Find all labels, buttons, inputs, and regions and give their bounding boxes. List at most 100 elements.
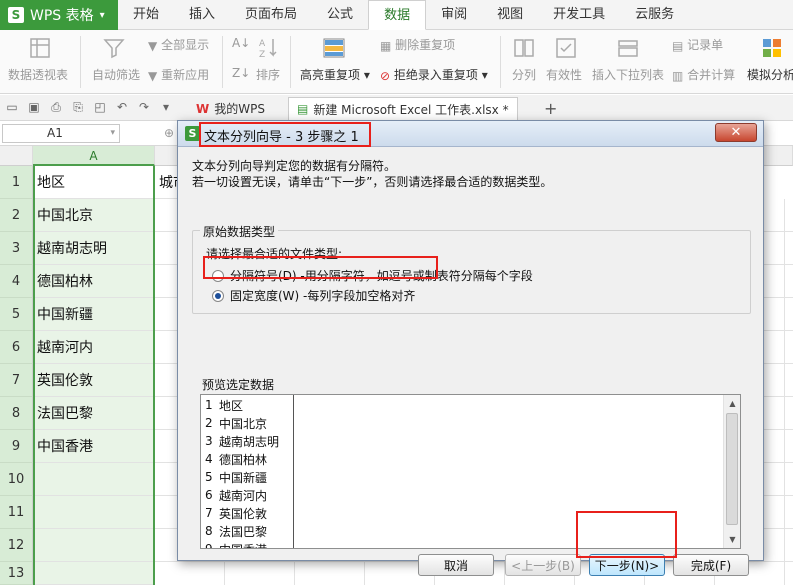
filter-small-icon: ▼ xyxy=(148,68,158,83)
row-header[interactable]: 1 xyxy=(0,166,33,199)
preview-row: 9中国香港 xyxy=(205,542,267,549)
sort-desc-icon[interactable]: Z↓ xyxy=(232,66,250,80)
finish-button[interactable]: 完成(F) xyxy=(673,554,749,576)
pdf-icon[interactable]: ⎙ xyxy=(48,99,64,115)
preview-row: 3 越南胡志明 xyxy=(205,434,280,449)
chevron-down-icon[interactable]: ▾ xyxy=(158,99,174,115)
data-preview[interactable]: 1 地区 2 中国北京 3 越南胡志明 4 德国柏林 5 中国新疆 6 越南河内 7 英国伦敦… xyxy=(200,394,741,549)
redo-icon[interactable]: ↷ xyxy=(136,99,152,115)
highlight-duplicates-icon xyxy=(323,38,345,58)
cell-a10[interactable] xyxy=(33,463,155,496)
dialog-description: 文本分列向导判定您的数据有分隔符。 xyxy=(192,159,397,173)
cancel-button[interactable]: 取消 xyxy=(418,554,494,576)
split-columns-button[interactable]: 分列 xyxy=(512,66,536,83)
insert-dropdown-button[interactable]: 插入下拉列表 xyxy=(592,66,664,83)
text-to-columns-dialog: S 文本分列向导 - 3 步骤之 1 ✕ 文本分列向导判定您的数据有分隔符。 若… xyxy=(177,120,764,576)
chevron-down-icon: ▾ xyxy=(363,68,370,82)
preview-icon[interactable]: ◰ xyxy=(92,99,108,115)
simulate-analysis-button[interactable]: 模拟分析 xyxy=(747,66,793,83)
svg-text:Z: Z xyxy=(259,50,265,60)
cell-a8[interactable]: 法国巴黎 xyxy=(33,397,155,430)
cell-a6[interactable]: 越南河内 xyxy=(33,331,155,364)
type-prompt-label: 请选择最合适的文件类型: xyxy=(206,247,343,261)
simulate-analysis-icon xyxy=(763,39,781,57)
group-title: 原始数据类型 xyxy=(200,223,279,240)
cell-a3[interactable]: 越南胡志明 xyxy=(33,232,155,265)
sort-icon: AZ xyxy=(259,39,277,60)
back-button[interactable]: <上一步(B) xyxy=(505,554,581,576)
column-break-line[interactable] xyxy=(293,395,294,548)
preview-scrollbar[interactable]: ▲ ▼ xyxy=(723,395,740,548)
tab-review[interactable]: 审阅 xyxy=(426,0,482,30)
cell-a5[interactable]: 中国新疆 xyxy=(33,298,155,331)
tab-developer[interactable]: 开发工具 xyxy=(538,0,620,30)
cell-a9[interactable]: 中国香港 xyxy=(33,430,155,463)
row-header[interactable]: 9 xyxy=(0,430,33,463)
show-all-button[interactable]: ▼ 全部显示 xyxy=(148,36,209,53)
sort-asc-icon[interactable]: A↓ xyxy=(232,36,250,50)
tab-cloud[interactable]: 云服务 xyxy=(620,0,689,30)
cell-a12[interactable] xyxy=(33,529,155,562)
tab-my-wps[interactable]: W 我的WPS xyxy=(188,97,273,120)
radio-delimited[interactable] xyxy=(212,269,224,282)
undo-icon[interactable]: ↶ xyxy=(114,99,130,115)
select-all-corner[interactable] xyxy=(0,146,33,166)
validity-button[interactable]: 有效性 xyxy=(546,66,582,83)
remove-duplicates-button[interactable]: ▦ 删除重复项 xyxy=(380,36,455,53)
autofilter-button[interactable]: 自动筛选 xyxy=(92,66,140,83)
tab-formulas[interactable]: 公式 xyxy=(312,0,368,30)
zoom-icon[interactable]: ⊕ xyxy=(164,126,174,140)
name-box[interactable]: A1 ▾ xyxy=(2,124,120,143)
consolidate-button[interactable]: ▥ 合并计算 xyxy=(672,66,735,83)
reapply-button[interactable]: ▼ 重新应用 xyxy=(148,66,209,83)
row-header[interactable]: 8 xyxy=(0,397,33,430)
highlight-duplicates-button[interactable]: 高亮重复项 ▾ xyxy=(300,66,370,83)
pivot-table-button[interactable]: 数据透视表 xyxy=(8,66,68,83)
tab-insert[interactable]: 插入 xyxy=(174,0,230,30)
tab-home[interactable]: 开始 xyxy=(118,0,174,30)
cell-a2[interactable]: 中国北京 xyxy=(33,199,155,232)
cell-a13[interactable] xyxy=(33,562,155,585)
tab-view[interactable]: 视图 xyxy=(482,0,538,30)
option-fixed-width[interactable]: 固定宽度(W) -每列字段加空格对齐 xyxy=(212,287,415,304)
row-header[interactable]: 6 xyxy=(0,331,33,364)
dialog-title-bar[interactable]: S 文本分列向导 - 3 步骤之 1 ✕ xyxy=(178,121,763,147)
print-icon[interactable]: ⎘ xyxy=(70,99,86,115)
svg-text:A: A xyxy=(259,39,266,49)
row-header[interactable]: 10 xyxy=(0,463,33,496)
row-header[interactable]: 13 xyxy=(0,562,33,585)
app-menu-button[interactable]: S WPS 表格 ▾ xyxy=(0,0,118,30)
record-sheet-button[interactable]: ▤ 记录单 xyxy=(672,36,723,53)
row-header[interactable]: 12 xyxy=(0,529,33,562)
row-header[interactable]: 3 xyxy=(0,232,33,265)
save-icon[interactable]: ▣ xyxy=(26,99,42,115)
wps-logo-icon: S xyxy=(8,7,24,23)
cell-a4[interactable]: 德国柏林 xyxy=(33,265,155,298)
cell-a11[interactable] xyxy=(33,496,155,529)
tab-page-layout[interactable]: 页面布局 xyxy=(230,0,312,30)
scroll-thumb[interactable] xyxy=(726,413,738,525)
preview-row: 7 英国伦敦 xyxy=(205,506,268,521)
folder-icon[interactable]: ▭ xyxy=(4,99,20,115)
cell-a1[interactable]: 地区 xyxy=(33,166,155,199)
option-delimited[interactable]: 分隔符号(D) -用分隔字符，如逗号或制表符分隔每个字段 xyxy=(212,267,533,284)
tab-data[interactable]: 数据 xyxy=(368,0,427,30)
row-header[interactable]: 7 xyxy=(0,364,33,397)
tab-workbook[interactable]: ▤ 新建 Microsoft Excel 工作表.xlsx * xyxy=(288,97,518,120)
next-button[interactable]: 下一步(N)> xyxy=(589,554,665,576)
reject-duplicates-button[interactable]: ⊘ 拒绝录入重复项 ▾ xyxy=(380,66,488,83)
scroll-up-icon[interactable]: ▲ xyxy=(724,395,740,412)
row-header[interactable]: 5 xyxy=(0,298,33,331)
radio-fixed-width[interactable] xyxy=(212,289,224,302)
scroll-down-icon[interactable]: ▼ xyxy=(724,531,740,548)
preview-row: 4 德国柏林 xyxy=(205,452,268,467)
row-header[interactable]: 2 xyxy=(0,199,33,232)
sheet-icon: ▤ xyxy=(297,102,309,116)
cell-a7[interactable]: 英国伦敦 xyxy=(33,364,155,397)
column-header-a[interactable]: A xyxy=(33,146,155,166)
sort-button[interactable]: 排序 xyxy=(256,66,280,83)
row-header[interactable]: 4 xyxy=(0,265,33,298)
close-button[interactable]: ✕ xyxy=(715,123,757,142)
new-tab-button[interactable]: + xyxy=(536,97,565,120)
row-header[interactable]: 11 xyxy=(0,496,33,529)
